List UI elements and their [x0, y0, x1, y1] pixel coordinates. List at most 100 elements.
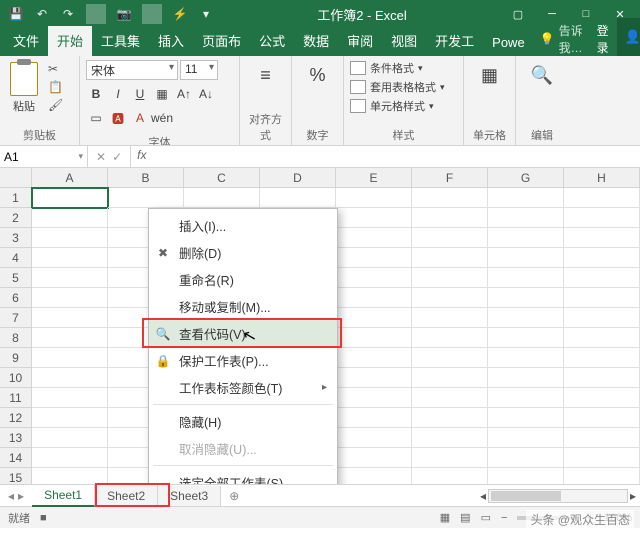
view-normal-icon[interactable]: ▦: [440, 511, 450, 524]
tab-file[interactable]: 文件: [4, 26, 48, 56]
ctx-tabcolor[interactable]: 工作表标签颜色(T)▸: [149, 374, 337, 401]
cell[interactable]: [564, 448, 640, 468]
row-header[interactable]: 13: [0, 428, 32, 448]
cell[interactable]: [336, 368, 412, 388]
ctx-selectall[interactable]: 选定全部工作表(S): [149, 469, 337, 484]
col-header[interactable]: B: [108, 168, 184, 188]
cell[interactable]: [32, 208, 108, 228]
row-header[interactable]: 4: [0, 248, 32, 268]
fill-color-button[interactable]: 🅰: [108, 108, 128, 128]
tab-insert[interactable]: 插入: [149, 26, 193, 56]
cell[interactable]: [336, 268, 412, 288]
ctx-movecopy[interactable]: 移动或复制(M)...: [149, 293, 337, 320]
cell[interactable]: [412, 188, 488, 208]
cell[interactable]: [564, 248, 640, 268]
cell[interactable]: [32, 328, 108, 348]
login-link[interactable]: 登录: [589, 22, 617, 56]
border-button[interactable]: ▦: [152, 84, 172, 104]
cell[interactable]: [32, 448, 108, 468]
cell[interactable]: [32, 348, 108, 368]
cell[interactable]: [412, 328, 488, 348]
view-layout-icon[interactable]: ▤: [460, 511, 470, 524]
cell[interactable]: [564, 288, 640, 308]
cell[interactable]: [412, 288, 488, 308]
font-size-combo[interactable]: 11: [180, 60, 218, 80]
cell[interactable]: [336, 468, 412, 484]
cell[interactable]: [32, 248, 108, 268]
cut-icon[interactable]: ✂: [48, 62, 63, 76]
cancel-formula-icon[interactable]: ✕: [96, 150, 106, 164]
font-color-button[interactable]: A: [130, 108, 150, 128]
tab-power[interactable]: Powe: [483, 30, 534, 56]
number-button[interactable]: %: [298, 60, 337, 90]
phonetic-button[interactable]: wén: [152, 108, 172, 128]
ctx-insert[interactable]: 插入(I)...: [149, 212, 337, 239]
cell[interactable]: [564, 368, 640, 388]
row-header[interactable]: 1: [0, 188, 32, 208]
shrink-font-button[interactable]: A↓: [196, 84, 216, 104]
cell[interactable]: [412, 468, 488, 484]
ctx-rename[interactable]: 重命名(R): [149, 266, 337, 293]
cell[interactable]: [488, 468, 564, 484]
cell-style-button[interactable]: 单元格样式▾: [350, 98, 457, 114]
ctx-protect[interactable]: 🔒保护工作表(P)...: [149, 347, 337, 374]
cell[interactable]: [488, 248, 564, 268]
font-name-combo[interactable]: 宋体: [86, 60, 178, 80]
select-all-corner[interactable]: [0, 168, 32, 188]
cell[interactable]: [488, 328, 564, 348]
fx-button[interactable]: fx: [131, 146, 152, 167]
cell[interactable]: [564, 408, 640, 428]
row-header[interactable]: 10: [0, 368, 32, 388]
cond-format-button[interactable]: 条件格式▾: [350, 60, 457, 76]
cell[interactable]: [412, 348, 488, 368]
cell[interactable]: [488, 188, 564, 208]
enter-formula-icon[interactable]: ✓: [112, 150, 122, 164]
cell[interactable]: [564, 208, 640, 228]
cell[interactable]: [488, 348, 564, 368]
undo-icon[interactable]: ↶: [32, 4, 52, 24]
cell[interactable]: [488, 408, 564, 428]
ctx-delete[interactable]: ✖删除(D): [149, 239, 337, 266]
row-header[interactable]: 9: [0, 348, 32, 368]
hscroll-bar[interactable]: [488, 489, 628, 503]
cell[interactable]: [412, 308, 488, 328]
cell[interactable]: [564, 428, 640, 448]
tab-formula[interactable]: 公式: [250, 26, 294, 56]
cell[interactable]: [336, 228, 412, 248]
tab-tools[interactable]: 工具集: [92, 26, 149, 56]
zoom-out-icon[interactable]: −: [501, 512, 507, 524]
cell[interactable]: [336, 448, 412, 468]
cell[interactable]: [32, 368, 108, 388]
copy-icon[interactable]: 📋: [48, 80, 63, 94]
tab-data[interactable]: 数据: [294, 26, 338, 56]
cell[interactable]: [260, 188, 336, 208]
format-painter-icon[interactable]: 🖌: [48, 98, 63, 112]
cell[interactable]: [488, 268, 564, 288]
row-header[interactable]: 3: [0, 228, 32, 248]
thunder-icon[interactable]: ⚡: [170, 4, 190, 24]
col-header[interactable]: C: [184, 168, 260, 188]
cell[interactable]: [32, 268, 108, 288]
cell[interactable]: [564, 328, 640, 348]
col-header[interactable]: G: [488, 168, 564, 188]
cell[interactable]: [32, 388, 108, 408]
row-header[interactable]: 2: [0, 208, 32, 228]
cell[interactable]: [336, 408, 412, 428]
cell[interactable]: [32, 428, 108, 448]
cell[interactable]: [336, 288, 412, 308]
bold-button[interactable]: B: [86, 84, 106, 104]
cell[interactable]: [32, 308, 108, 328]
hscroll-right-icon[interactable]: ▸: [630, 489, 636, 503]
cell[interactable]: [336, 308, 412, 328]
cell[interactable]: [412, 388, 488, 408]
cell[interactable]: [412, 368, 488, 388]
row-header[interactable]: 8: [0, 328, 32, 348]
cell[interactable]: [412, 208, 488, 228]
tab-home[interactable]: 开始: [48, 26, 92, 56]
table-format-button[interactable]: 套用表格格式▾: [350, 79, 457, 95]
cell[interactable]: [564, 468, 640, 484]
ctx-hide[interactable]: 隐藏(H): [149, 408, 337, 435]
cell[interactable]: [184, 188, 260, 208]
ribbon-opts-icon[interactable]: ▢: [502, 4, 534, 24]
cell[interactable]: [412, 268, 488, 288]
